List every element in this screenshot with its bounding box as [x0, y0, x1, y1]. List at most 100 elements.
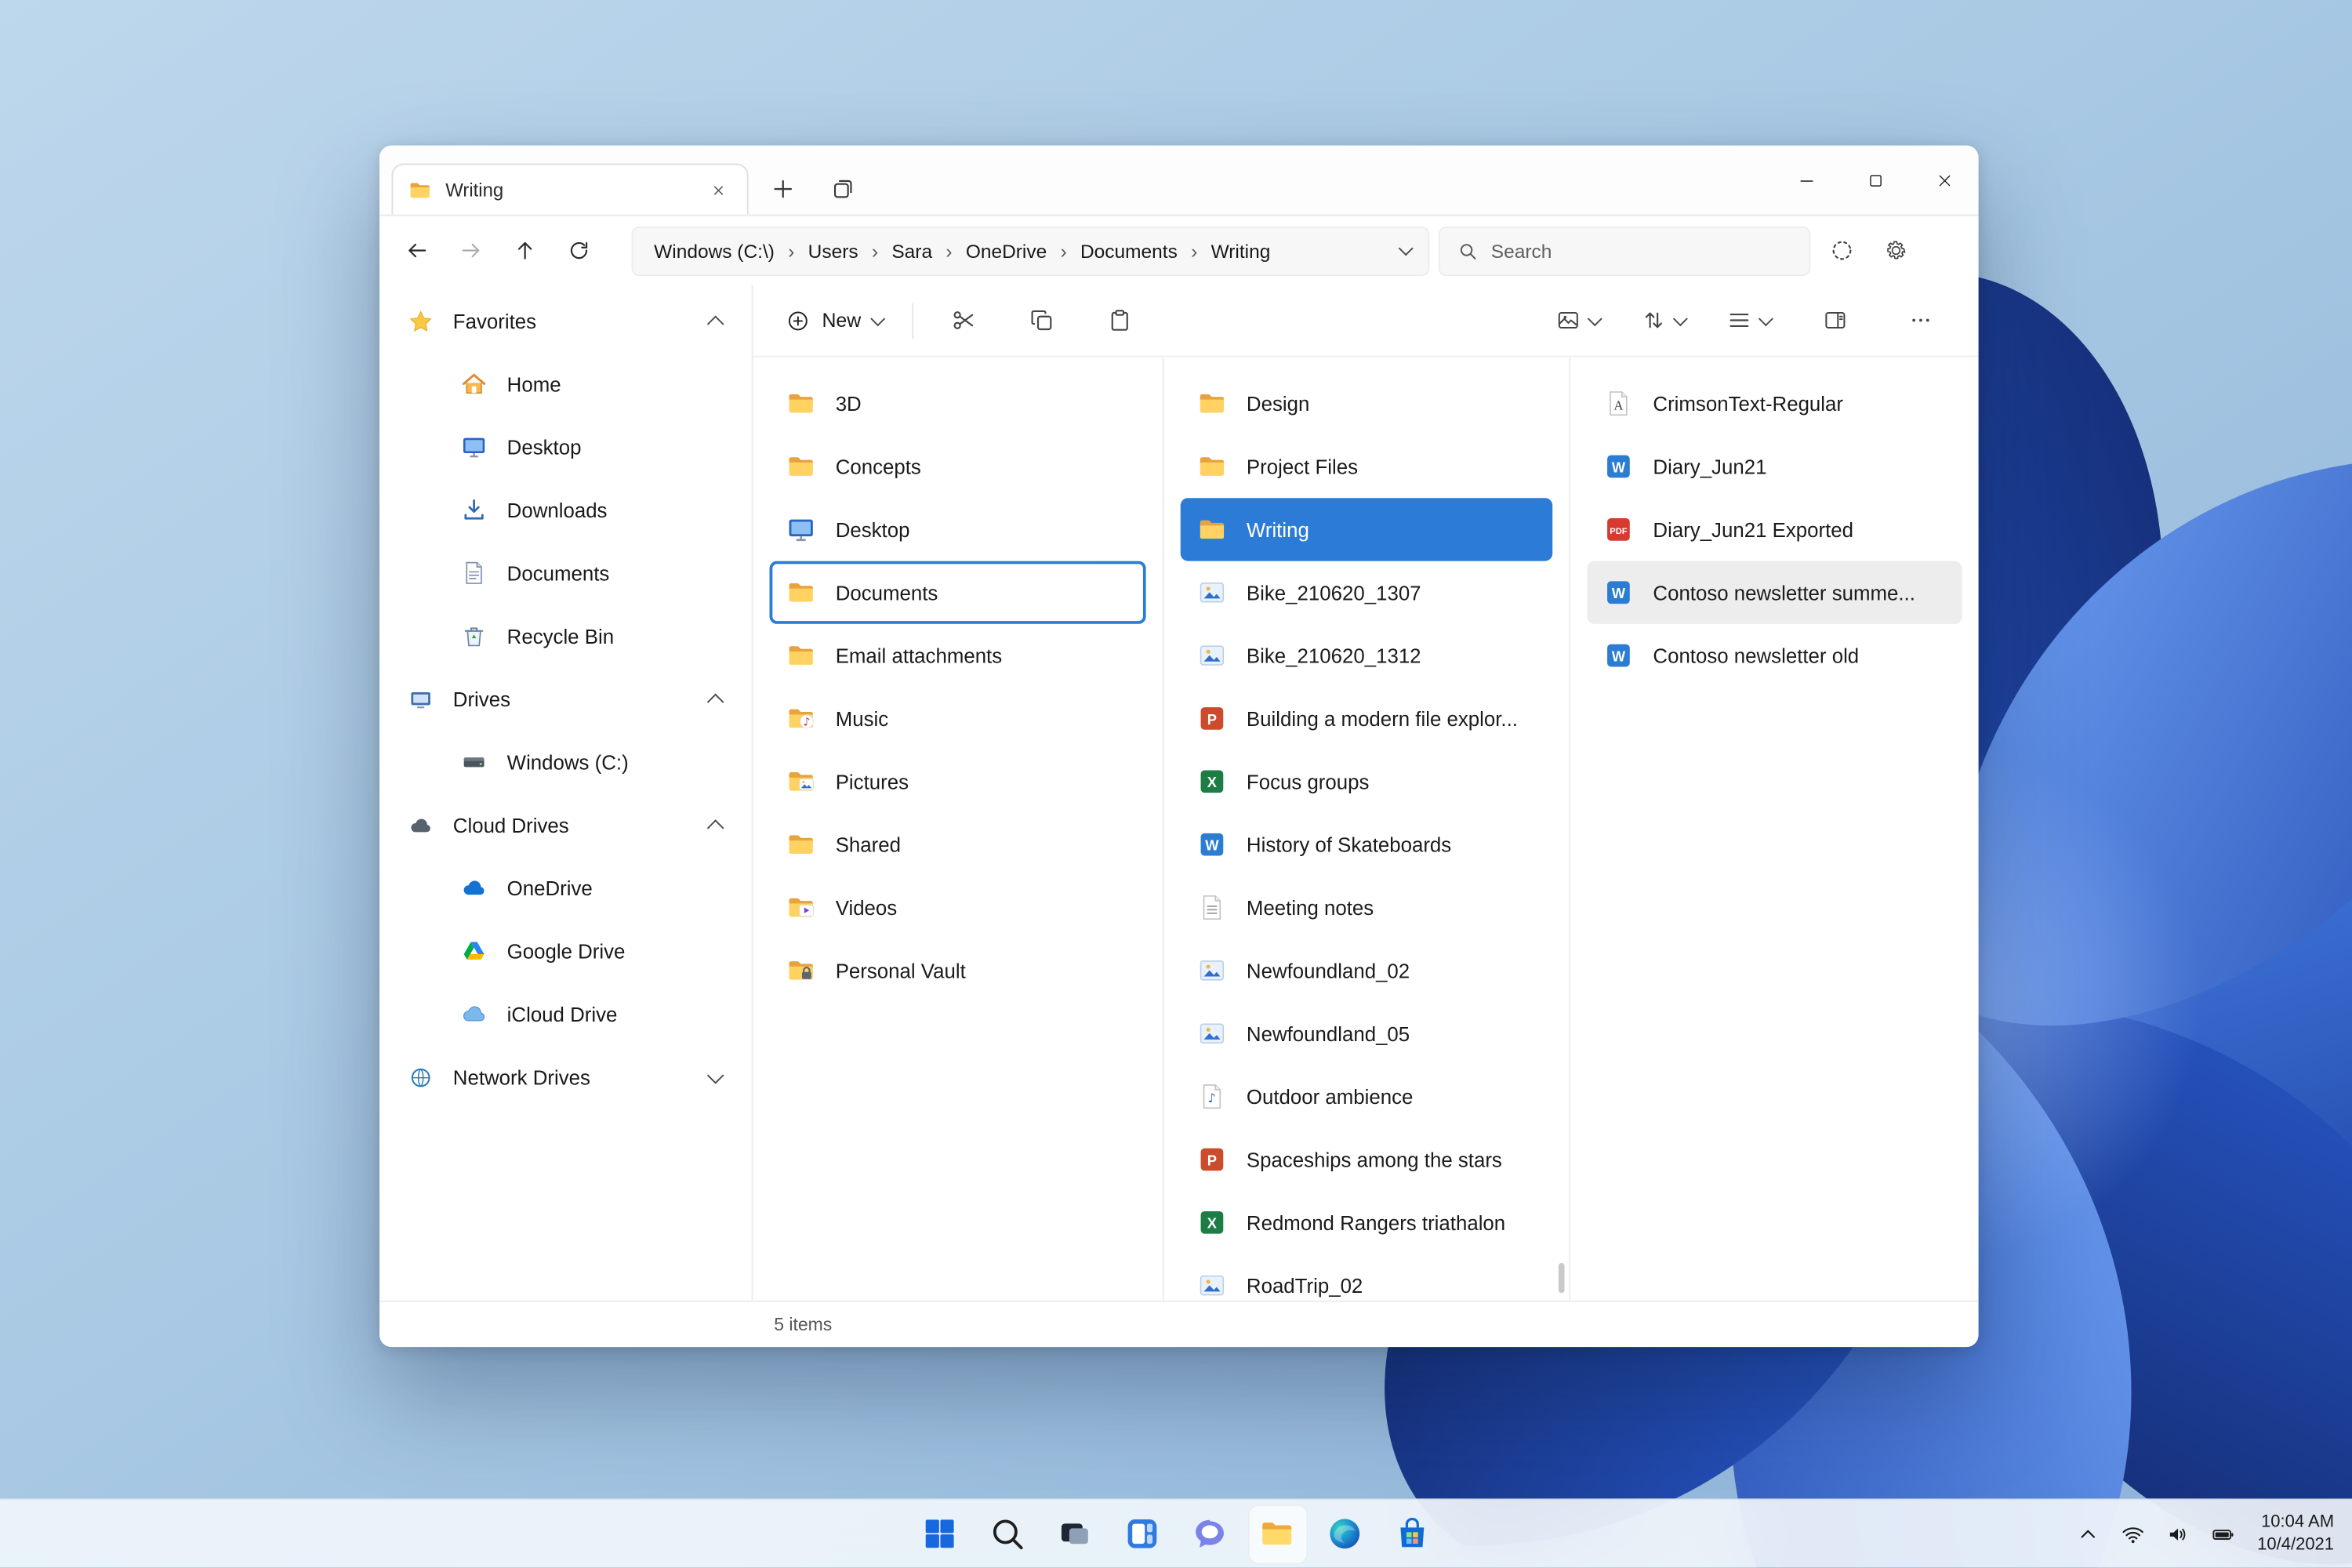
file-item-shared[interactable]: Shared — [770, 813, 1146, 876]
divider — [911, 303, 913, 339]
file-item-writing[interactable]: Writing — [1181, 498, 1552, 561]
taskbar-edge-button[interactable] — [1315, 1504, 1375, 1565]
up-button[interactable] — [499, 225, 550, 276]
file-item-history-of-skateboards[interactable]: WHistory of Skateboards — [1181, 813, 1552, 876]
tray-wifi-button[interactable] — [2111, 1504, 2155, 1565]
titlebar[interactable]: Writing — [379, 146, 1979, 216]
file-item-contoso-newsletter-summe[interactable]: WContoso newsletter summe... — [1587, 561, 1962, 624]
tray-volume-button[interactable] — [2155, 1504, 2200, 1565]
sidebar-item-icloud-drive[interactable]: iCloud Drive — [379, 982, 751, 1045]
file-item-personal-vault[interactable]: Personal Vault — [770, 939, 1146, 1002]
sidebar-item-label: OneDrive — [507, 877, 593, 899]
sync-button[interactable] — [1817, 225, 1867, 276]
file-item-project-files[interactable]: Project Files — [1181, 435, 1552, 498]
taskbar-chat-button[interactable] — [1180, 1504, 1240, 1565]
more-button[interactable] — [1882, 295, 1958, 346]
file-item-newfoundland-02[interactable]: Newfoundland_02 — [1181, 939, 1552, 1002]
file-item-label: Redmond Rangers triathalon — [1247, 1211, 1505, 1234]
address-bar[interactable]: Windows (C:\)›Users›Sara›OneDrive›Docume… — [631, 226, 1429, 275]
file-item-crimsontext-regular[interactable]: ACrimsonText-Regular — [1587, 372, 1962, 434]
taskbar-file-explorer-button[interactable] — [1247, 1504, 1308, 1565]
view-list-button[interactable] — [1711, 295, 1787, 346]
file-item-focus-groups[interactable]: XFocus groups — [1181, 750, 1552, 813]
breadcrumb-segment-users[interactable]: Users — [808, 239, 858, 262]
clock[interactable]: 10:04 AM 10/4/2021 — [2257, 1512, 2334, 1556]
address-dropdown-icon[interactable] — [1398, 241, 1412, 256]
tab-close-button[interactable] — [705, 176, 731, 203]
taskbar-task-view-button[interactable] — [1045, 1504, 1105, 1565]
file-item-design[interactable]: Design — [1181, 372, 1552, 434]
search-box[interactable]: Search — [1439, 226, 1810, 275]
file-item-outdoor-ambience[interactable]: ♪Outdoor ambience — [1181, 1065, 1552, 1127]
file-item-label: Pictures — [836, 770, 909, 793]
new-tab-button[interactable] — [771, 177, 795, 201]
chevron-up-icon[interactable] — [707, 694, 724, 711]
file-item-newfoundland-05[interactable]: Newfoundland_05 — [1181, 1002, 1552, 1065]
taskbar-widgets-button[interactable] — [1112, 1504, 1173, 1565]
file-item-diary-jun21-exported[interactable]: PDFDiary_Jun21 Exported — [1587, 498, 1962, 561]
tray-chevron-up-button[interactable] — [2065, 1504, 2110, 1565]
sidebar-item-documents[interactable]: Documents — [379, 542, 751, 604]
taskbar-start-button[interactable] — [909, 1504, 970, 1565]
file-item-desktop[interactable]: Desktop — [770, 498, 1146, 561]
file-item-documents[interactable]: Documents — [770, 561, 1146, 624]
new-button[interactable]: New — [771, 298, 898, 343]
details-pane-button[interactable] — [1797, 295, 1872, 346]
file-item-pictures[interactable]: Pictures — [770, 750, 1146, 813]
cut-button[interactable] — [926, 295, 1001, 346]
sidebar-item-home[interactable]: Home — [379, 353, 751, 416]
sidebar-section-favorites[interactable]: Favorites — [379, 289, 751, 352]
refresh-button[interactable] — [554, 225, 604, 276]
breadcrumb-segment-sara[interactable]: Sara — [891, 239, 932, 262]
sidebar-item-label: Recycle Bin — [507, 625, 614, 648]
tab-overview-button[interactable] — [831, 177, 855, 201]
file-item-concepts[interactable]: Concepts — [770, 435, 1146, 498]
file-item-bike-210620-1307[interactable]: Bike_210620_1307 — [1181, 561, 1552, 624]
settings-button[interactable] — [1871, 225, 1922, 276]
tab-writing[interactable]: Writing — [391, 164, 748, 215]
sidebar-item-desktop[interactable]: Desktop — [379, 416, 751, 478]
file-item-building-a-modern-file-explor[interactable]: PBuilding a modern file explor... — [1181, 687, 1552, 750]
preview-toggle-button[interactable] — [1541, 295, 1616, 346]
file-item-roadtrip-02[interactable]: RoadTrip_02 — [1181, 1254, 1552, 1300]
file-item-contoso-newsletter-old[interactable]: WContoso newsletter old — [1587, 624, 1962, 687]
sidebar-item-recycle-bin[interactable]: Recycle Bin — [379, 604, 751, 667]
forward-button[interactable] — [445, 225, 496, 276]
breadcrumb-segment-documents[interactable]: Documents — [1080, 239, 1178, 262]
chevron-up-icon[interactable] — [707, 819, 724, 837]
file-item-meeting-notes[interactable]: Meeting notes — [1181, 876, 1552, 938]
sidebar-item-downloads[interactable]: Downloads — [379, 478, 751, 541]
sort-button[interactable] — [1626, 295, 1701, 346]
svg-text:X: X — [1207, 774, 1218, 790]
chevron-down-icon[interactable] — [707, 1066, 724, 1083]
sidebar-item-windows-c[interactable]: Windows (C:) — [379, 731, 751, 793]
file-item-spaceships-among-the-stars[interactable]: PSpaceships among the stars — [1181, 1128, 1552, 1191]
chevron-up-icon[interactable] — [707, 315, 724, 332]
paste-button[interactable] — [1082, 295, 1157, 346]
file-item-videos[interactable]: Videos — [770, 876, 1146, 938]
sidebar-section-cloud-drives[interactable]: Cloud Drives — [379, 793, 751, 856]
sidebar-item-onedrive[interactable]: OneDrive — [379, 856, 751, 919]
sidebar-item-google-drive[interactable]: Google Drive — [379, 920, 751, 982]
file-item-3d[interactable]: 3D — [770, 372, 1146, 434]
taskbar-search-button[interactable] — [977, 1504, 1037, 1565]
file-item-redmond-rangers-triathalon[interactable]: XRedmond Rangers triathalon — [1181, 1191, 1552, 1254]
sidebar-section-drives[interactable]: Drives — [379, 667, 751, 730]
breadcrumb-segment-windows-c[interactable]: Windows (C:\) — [654, 239, 775, 262]
breadcrumb-separator-icon: › — [872, 239, 878, 262]
breadcrumb-segment-onedrive[interactable]: OneDrive — [966, 239, 1047, 262]
taskbar-store-button[interactable] — [1382, 1504, 1443, 1565]
file-item-diary-jun21[interactable]: WDiary_Jun21 — [1587, 435, 1962, 498]
maximize-button[interactable] — [1841, 146, 1910, 215]
minimize-button[interactable] — [1772, 146, 1841, 215]
copy-button[interactable] — [1004, 295, 1080, 346]
scrollbar[interactable] — [1559, 1263, 1565, 1293]
file-item-bike-210620-1312[interactable]: Bike_210620_1312 — [1181, 624, 1552, 687]
breadcrumb-segment-writing[interactable]: Writing — [1211, 239, 1271, 262]
sidebar-section-network-drives[interactable]: Network Drives — [379, 1046, 751, 1109]
file-item-email-attachments[interactable]: Email attachments — [770, 624, 1146, 687]
close-button[interactable] — [1910, 146, 1979, 215]
file-item-music[interactable]: ♪Music — [770, 687, 1146, 750]
back-button[interactable] — [391, 225, 442, 276]
tray-battery-button[interactable] — [2200, 1504, 2245, 1565]
